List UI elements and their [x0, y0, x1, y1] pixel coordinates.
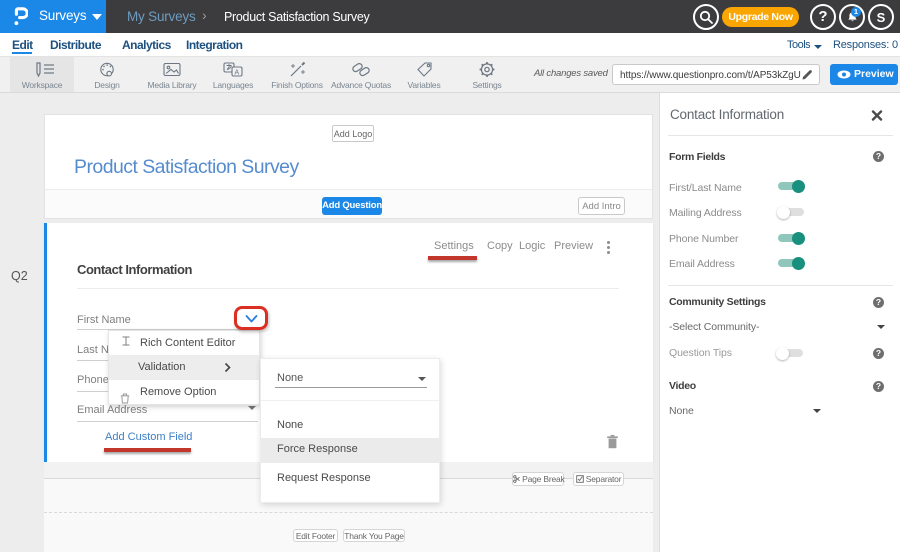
svg-text:A: A: [235, 69, 240, 76]
